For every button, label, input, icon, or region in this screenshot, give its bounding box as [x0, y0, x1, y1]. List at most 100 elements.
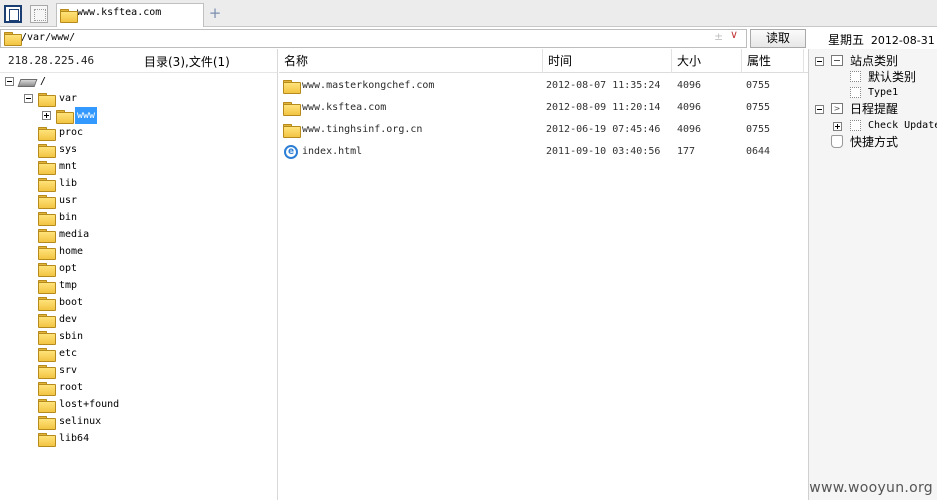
tree-node-label: lib64	[59, 433, 90, 444]
tree-node-label: usr	[59, 195, 78, 206]
folder-icon	[38, 348, 56, 362]
tree-node-folder[interactable]: usr	[0, 192, 278, 209]
shortcut-icon	[831, 135, 843, 148]
folder-icon	[4, 32, 22, 46]
tree-node-label: bin	[59, 212, 78, 223]
file-name: www.ksftea.com	[302, 102, 387, 113]
tree-node-folder[interactable]: mnt	[0, 158, 278, 175]
tree-node-folder[interactable]: sys	[0, 141, 278, 158]
tree-node-folder[interactable]: sbin	[0, 328, 278, 345]
collapse-icon[interactable]	[5, 77, 14, 86]
column-header-size[interactable]: 大小	[672, 49, 742, 73]
category-icon	[831, 55, 843, 66]
tree-node-label: root	[59, 382, 84, 393]
tree-node-var[interactable]: var	[0, 90, 278, 107]
directory-tree-panel: 218.28.225.46 目录(3),文件(1) / var www proc…	[0, 49, 278, 500]
tree-node-folder[interactable]: lib64	[0, 430, 278, 447]
collapse-icon[interactable]	[24, 94, 33, 103]
file-row[interactable]: e index.html 2011-09-10 03:40:56 177 0644	[279, 141, 808, 163]
tree-node-schedule[interactable]: > 日程提醒	[809, 101, 937, 117]
tree-node-default-category[interactable]: 默认类别	[809, 69, 937, 85]
column-header-attr[interactable]: 属性	[742, 49, 804, 73]
tree-node-folder[interactable]: lib	[0, 175, 278, 192]
folder-icon	[38, 297, 56, 311]
panel-toggle-icon[interactable]	[4, 5, 22, 23]
file-attr: 0644	[746, 146, 771, 157]
path-bar: /var/www/ ± ∨ 读取	[0, 28, 808, 49]
file-time: 2012-08-09 11:20:14	[546, 102, 661, 113]
tree-node-folder[interactable]: dev	[0, 311, 278, 328]
file-attr: 0755	[746, 80, 771, 91]
collapse-icon[interactable]	[815, 105, 824, 114]
blank-tab-icon[interactable]	[30, 5, 48, 23]
tree-node-www[interactable]: www	[0, 107, 278, 124]
tree-node-label: sbin	[59, 331, 84, 342]
expand-icon[interactable]	[42, 111, 51, 120]
tree-node-label: home	[59, 246, 84, 257]
tree-node-folder[interactable]: boot	[0, 294, 278, 311]
tree-node-label: 快捷方式	[850, 135, 899, 149]
tree-node-folder[interactable]: selinux	[0, 413, 278, 430]
file-row[interactable]: www.masterkongchef.com 2012-08-07 11:35:2…	[279, 75, 808, 97]
folder-icon	[283, 124, 301, 138]
tree-node-folder[interactable]: home	[0, 243, 278, 260]
file-row[interactable]: www.ksftea.com 2012-08-09 11:20:14 4096 075…	[279, 97, 808, 119]
tree-node-folder[interactable]: srv	[0, 362, 278, 379]
watermark-text: www.wooyun.org	[809, 480, 933, 496]
file-size: 4096	[677, 102, 702, 113]
file-size: 4096	[677, 80, 702, 91]
folder-icon	[38, 161, 56, 175]
add-tab-button[interactable]: +	[207, 3, 223, 23]
tree-node-label: lost+found	[59, 399, 120, 410]
folder-icon	[38, 280, 56, 294]
tree-node-label: srv	[59, 365, 78, 376]
folder-icon	[283, 102, 301, 116]
tree-node-label: 日程提醒	[850, 102, 899, 116]
tree-node-folder[interactable]: opt	[0, 260, 278, 277]
column-header-name[interactable]: 名称	[279, 49, 543, 73]
tree-node-folder[interactable]: etc	[0, 345, 278, 362]
path-input[interactable]: /var/www/	[0, 29, 747, 48]
tab-active-site[interactable]: www.ksftea.com	[56, 3, 204, 27]
file-time: 2011-09-10 03:40:56	[546, 146, 661, 157]
tree-node-label: proc	[59, 127, 84, 138]
path-plusminus-icon[interactable]: ±	[714, 30, 723, 43]
tree-summary: 目录(3),文件(1)	[144, 55, 230, 69]
folder-icon	[38, 365, 56, 379]
folder-icon	[38, 178, 56, 192]
column-header-time[interactable]: 时间	[543, 49, 672, 73]
chevron-down-icon[interactable]: ∨	[730, 28, 738, 41]
tree-node-folder[interactable]: media	[0, 226, 278, 243]
tree-node-shortcuts[interactable]: 快捷方式	[809, 134, 937, 150]
category-icon	[850, 87, 861, 98]
folder-icon	[38, 195, 56, 209]
tree-node-label: www	[75, 107, 98, 124]
read-button[interactable]: 读取	[750, 29, 806, 48]
file-list-panel: 名称 时间 大小 属性 www.masterkongchef.com 2012-0…	[279, 49, 808, 500]
tree-node-type1[interactable]: Type1	[809, 85, 937, 101]
tree-node-folder[interactable]: lost+found	[0, 396, 278, 413]
tree-node-root[interactable]: /	[0, 73, 278, 90]
tree-node-folder[interactable]: bin	[0, 209, 278, 226]
tree-node-label: media	[59, 229, 90, 240]
tree-node-label: tmp	[59, 280, 78, 291]
collapse-icon[interactable]	[815, 57, 824, 66]
date-label: 2012-08-31	[870, 34, 935, 47]
expand-icon[interactable]	[833, 122, 842, 131]
tree-node-folder[interactable]: proc	[0, 124, 278, 141]
folder-icon	[38, 229, 56, 243]
date-header: 星期五 2012-08-31	[808, 27, 937, 49]
file-name: www.masterkongchef.com	[302, 80, 435, 91]
tree-node-label: boot	[59, 297, 84, 308]
folder-icon	[38, 314, 56, 328]
file-size: 177	[677, 146, 696, 157]
folder-icon	[38, 144, 56, 158]
tree-node-folder[interactable]: root	[0, 379, 278, 396]
file-row[interactable]: www.tinghsinf.org.cn 2012-06-19 07:45:46 4…	[279, 119, 808, 141]
tree-node-folder[interactable]: tmp	[0, 277, 278, 294]
tree-node-site-category[interactable]: 站点类别	[809, 53, 937, 69]
file-name: www.tinghsinf.org.cn	[302, 124, 423, 135]
folder-icon	[56, 110, 74, 124]
tree-node-label: Type1	[868, 87, 899, 98]
tree-node-check-update[interactable]: Check Update	[809, 118, 937, 134]
